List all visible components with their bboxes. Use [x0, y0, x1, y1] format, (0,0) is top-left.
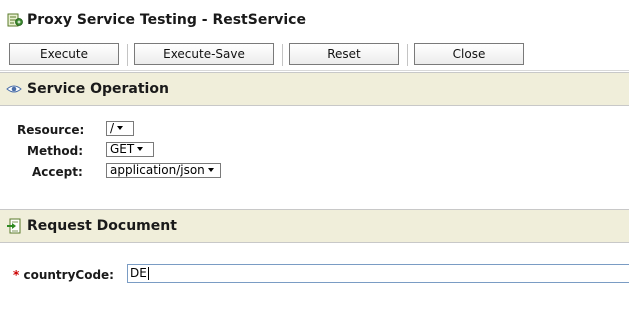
reset-button[interactable]: Reset [289, 43, 399, 65]
country-code-label: * countryCode: [13, 268, 114, 282]
country-code-value: DE [130, 266, 147, 280]
proxy-service-icon [7, 13, 23, 27]
section-title: Request Document [27, 218, 177, 234]
country-code-label-text: countryCode: [23, 268, 114, 282]
resource-value: / [110, 121, 115, 135]
execute-save-button[interactable]: Execute-Save [134, 43, 274, 65]
chevron-down-icon [207, 167, 214, 172]
toolbar-separator [282, 44, 283, 66]
method-value: GET [110, 142, 135, 156]
required-mark: * [13, 268, 20, 282]
section-title: Service Operation [27, 81, 169, 97]
resource-label: Resource: [17, 123, 85, 137]
method-label: Method: [27, 144, 83, 158]
close-button[interactable]: Close [414, 43, 524, 65]
execute-button[interactable]: Execute [9, 43, 119, 65]
window-title: Proxy Service Testing - RestService [27, 12, 306, 28]
text-cursor [147, 267, 149, 280]
country-code-input[interactable]: DE [127, 264, 629, 283]
accept-label: Accept: [32, 165, 83, 179]
document-arrow-icon [7, 218, 21, 234]
service-operation-header[interactable]: Service Operation [0, 72, 629, 106]
accept-value: application/json [110, 163, 205, 177]
request-document-header[interactable]: Request Document [0, 209, 629, 243]
toolbar: Execute Execute-Save Reset Close [0, 40, 629, 71]
toolbar-separator [127, 44, 128, 66]
chevron-down-icon [137, 146, 144, 151]
window-title-bar: Proxy Service Testing - RestService [0, 0, 629, 41]
toolbar-separator [407, 44, 408, 66]
chevron-down-icon [117, 125, 124, 130]
eye-icon [6, 85, 22, 93]
method-select[interactable]: GET [106, 142, 154, 157]
accept-select[interactable]: application/json [106, 163, 221, 178]
resource-select[interactable]: / [106, 121, 134, 136]
